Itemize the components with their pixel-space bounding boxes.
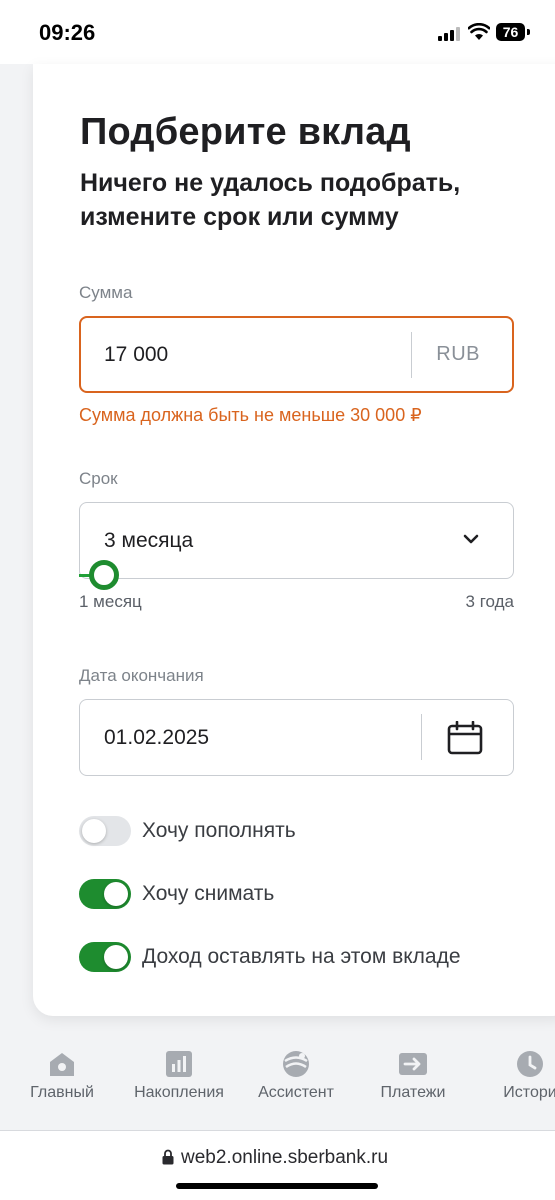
toggle-replenish[interactable] — [79, 816, 131, 846]
amount-error-message: Сумма должна быть не меньше 30 000 ₽ — [79, 405, 422, 425]
term-select[interactable]: 3 месяца — [79, 502, 514, 579]
status-time: 09:26 — [39, 20, 96, 45]
url-text: web2.online.sberbank.ru — [181, 1147, 389, 1168]
nav-label: Платежи — [380, 1084, 446, 1101]
nav-item-assistant[interactable]: Ассистент — [241, 1038, 351, 1130]
toggle-withdraw[interactable] — [79, 879, 131, 909]
assistant-icon — [283, 1051, 309, 1077]
end-date-input[interactable]: 01.02.2025 — [79, 699, 514, 776]
calendar-icon[interactable] — [447, 721, 483, 755]
amount-value: 17 000 — [104, 343, 169, 366]
term-label: Срок — [79, 469, 118, 488]
toggle-withdraw-label: Хочу снимать — [142, 882, 275, 905]
nav-item-payments[interactable]: Платежи — [358, 1038, 468, 1130]
term-range-max: 3 года — [465, 592, 514, 611]
page-subtitle: Ничего не удалось подобрать, измените ср… — [80, 169, 461, 231]
cellular-signal-icon — [438, 27, 462, 41]
toggle-replenish-label: Хочу пополнять — [142, 819, 296, 842]
home-icon — [50, 1053, 74, 1076]
end-date-label: Дата окончания — [79, 666, 204, 685]
nav-label: Главный — [30, 1084, 94, 1101]
toggle-capitalize-income[interactable] — [79, 942, 131, 972]
lock-icon — [162, 1149, 174, 1165]
term-slider-thumb[interactable] — [89, 560, 119, 590]
toggle-knob — [82, 819, 106, 843]
wifi-icon — [468, 23, 490, 40]
field-divider — [421, 714, 422, 760]
home-indicator — [176, 1183, 378, 1189]
history-icon — [517, 1051, 543, 1077]
amount-input[interactable]: 17 000 RUB — [79, 316, 514, 393]
toggle-capitalize-income-label: Доход оставлять на этом вкладе — [142, 945, 461, 968]
battery-icon: 76 — [496, 23, 525, 41]
savings-chart-icon — [166, 1051, 192, 1077]
nav-item-history[interactable]: Истори — [475, 1038, 555, 1130]
currency-label: RUB — [436, 343, 480, 365]
nav-item-savings[interactable]: Накопления — [124, 1038, 234, 1130]
term-range-min: 1 месяц — [79, 592, 142, 611]
field-divider — [411, 332, 412, 378]
status-bar: 09:26 76 — [0, 0, 555, 64]
nav-label: Истори — [503, 1084, 555, 1101]
term-value: 3 месяца — [104, 529, 194, 552]
toggle-knob — [104, 945, 128, 969]
nav-label: Накопления — [134, 1084, 224, 1101]
nav-label: Ассистент — [258, 1084, 334, 1101]
page-title: Подберите вклад — [80, 111, 411, 153]
payments-icon — [399, 1053, 427, 1075]
battery-tip — [527, 29, 530, 35]
bottom-navigation: Главный Накопления Ассистент Платежи Ист… — [0, 1038, 555, 1130]
browser-url-bar[interactable]: web2.online.sberbank.ru — [0, 1130, 555, 1200]
end-date-value: 01.02.2025 — [104, 726, 210, 749]
chevron-down-icon — [463, 534, 479, 544]
toggle-knob — [104, 882, 128, 906]
amount-label: Сумма — [79, 283, 133, 302]
nav-item-main[interactable]: Главный — [7, 1038, 117, 1130]
